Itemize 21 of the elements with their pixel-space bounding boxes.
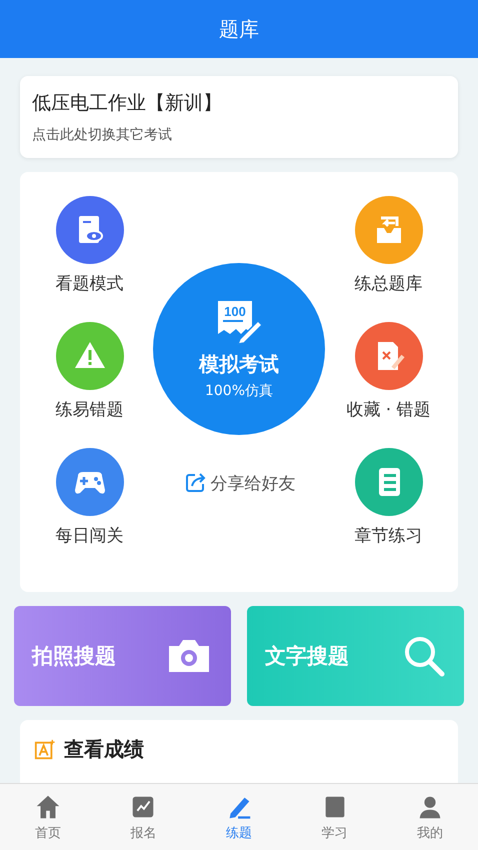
share-link[interactable]: 分享给好友	[149, 468, 329, 498]
exam-name: 低压电工作业【新训】	[32, 91, 223, 116]
tab[interactable]: 报名	[96, 784, 192, 850]
page-title: 题库	[219, 16, 259, 42]
feature-label: 练易错题	[56, 399, 124, 421]
feature-label: 看题模式	[56, 273, 124, 295]
letter-a-icon	[34, 738, 56, 760]
search-icon	[402, 634, 446, 678]
scores-title[interactable]: 查看成绩	[64, 736, 144, 763]
exam-hint: 点击此处切换其它考试	[32, 126, 173, 144]
feature-label: 每日闯关	[56, 525, 124, 547]
photo-search-button[interactable]: 拍照搜题	[14, 606, 231, 706]
feature-label: 收藏 · 错题	[346, 399, 431, 421]
tab[interactable]: 我的	[382, 784, 478, 850]
mock-exam-button[interactable]: 100 模拟考试 100%仿真	[153, 263, 325, 435]
tab[interactable]: 首页	[0, 784, 96, 850]
exam-switch-card[interactable]: 低压电工作业【新训】 点击此处切换其它考试	[20, 76, 458, 158]
feature-label: 章节练习	[354, 525, 422, 547]
tab[interactable]: 学习	[286, 784, 382, 850]
feature-label: 练总题库	[354, 273, 422, 295]
tab[interactable]: 练题	[191, 784, 287, 850]
